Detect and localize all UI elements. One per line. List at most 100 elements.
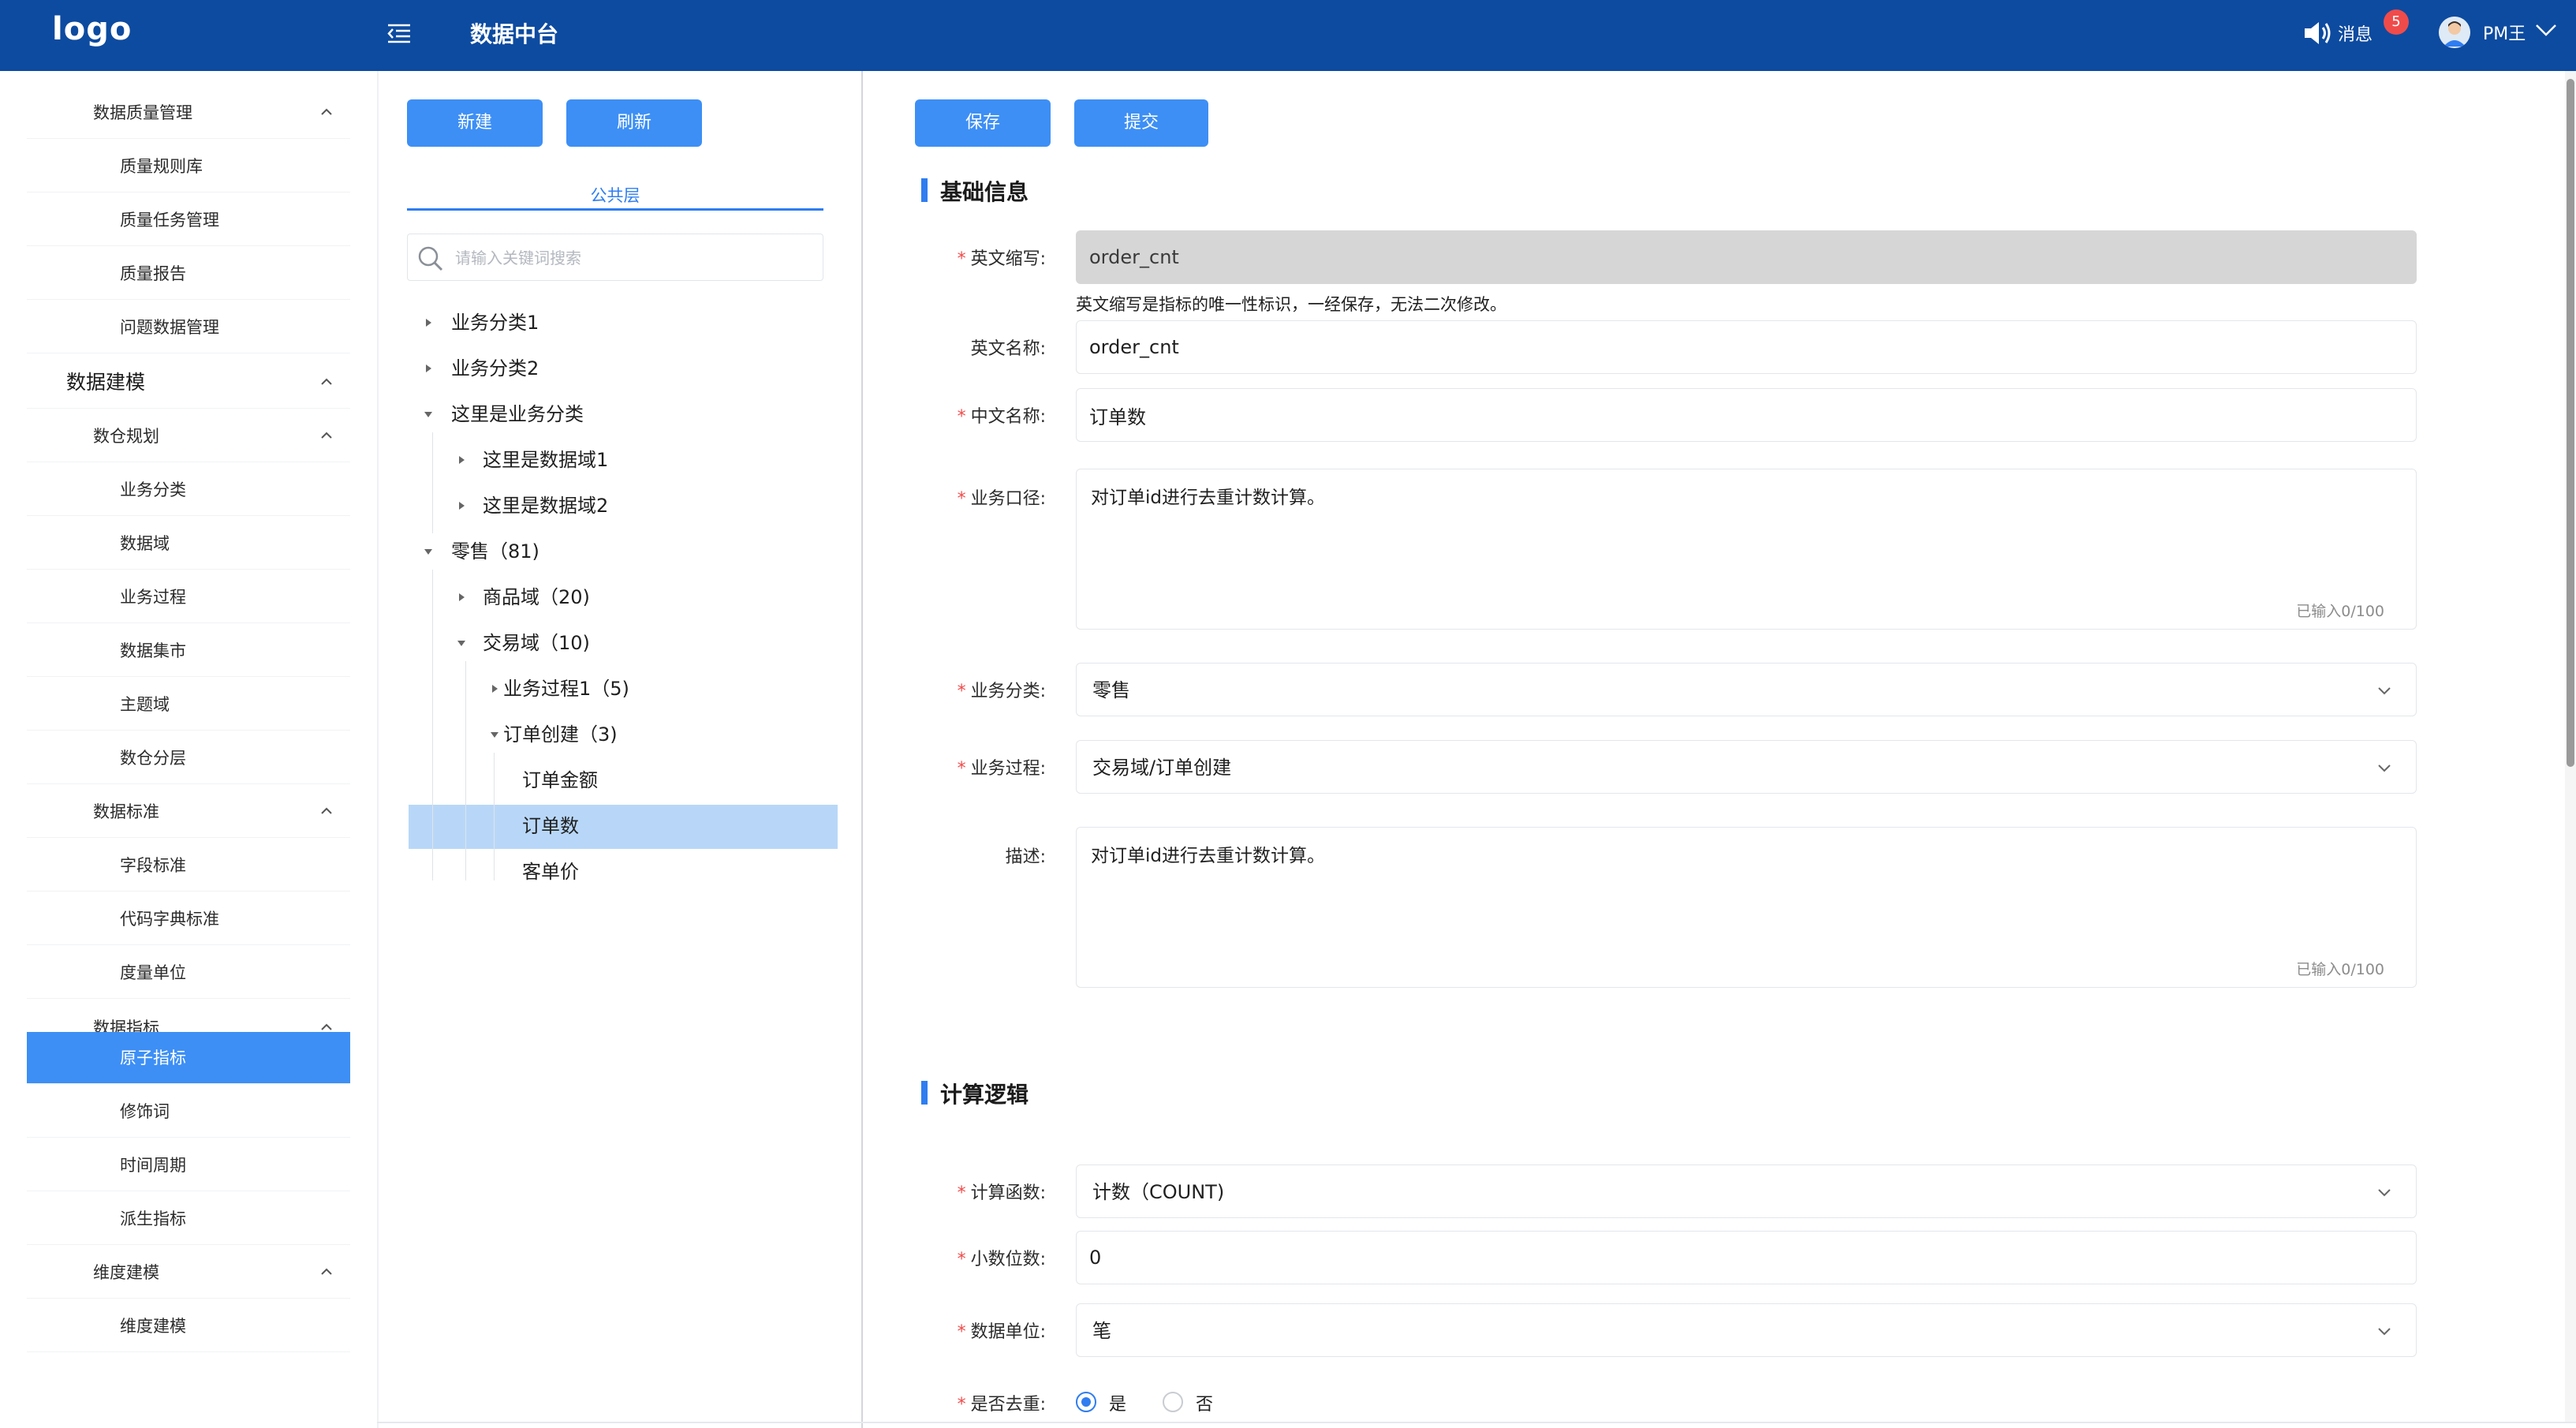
tree-node[interactable]: 客单价 — [522, 854, 579, 890]
sidebar-item-quality-tasks[interactable]: 质量任务管理 — [27, 194, 350, 246]
sidebar-item-label: 质量任务管理 — [120, 211, 219, 230]
tree-node[interactable]: 订单金额 — [522, 762, 598, 798]
tree-node-label: 零售（81) — [451, 540, 539, 563]
tree-guide-line — [432, 432, 433, 533]
sidebar-item-business-process[interactable]: 业务过程 — [27, 571, 350, 623]
sidebar-item-label: 主题域 — [120, 695, 170, 714]
tree-node-label: 客单价 — [522, 861, 579, 883]
section-marker — [921, 1081, 928, 1105]
tree-node[interactable]: 这里是业务分类 — [424, 396, 584, 432]
tree-node[interactable]: 业务分类2 — [426, 350, 539, 387]
caliber-label: * 业务口径: — [957, 489, 1046, 509]
sidebar-item-field-standards[interactable]: 字段标准 — [27, 839, 350, 892]
desc-textarea[interactable]: 对订单id进行去重计数计算。 已输入0/100 — [1076, 827, 2417, 988]
sidebar-item-label: 数据集市 — [120, 641, 186, 660]
tree-node-label: 商品域（20) — [483, 586, 590, 608]
tree-node-label: 订单创建（3) — [503, 723, 618, 746]
submit-button[interactable]: 提交 — [1074, 99, 1208, 147]
search-input[interactable] — [455, 242, 810, 274]
caret-right-icon — [459, 456, 465, 464]
sidebar-item-atomic-metrics[interactable]: 原子指标 — [27, 1032, 350, 1084]
process-select[interactable]: 交易域/订单创建 — [1076, 740, 2417, 794]
sidebar-item-subject-area[interactable]: 主题域 — [27, 678, 350, 731]
caret-right-icon — [459, 593, 465, 601]
decimal-input[interactable] — [1089, 1232, 2367, 1284]
refresh-button[interactable]: 刷新 — [566, 99, 702, 147]
chevron-up-icon — [321, 807, 332, 814]
tree-guide-line — [432, 570, 433, 880]
func-select[interactable]: 计数（COUNT) — [1076, 1164, 2417, 1218]
caret-down-icon — [424, 549, 432, 555]
dedup-yes-radio[interactable] — [1076, 1392, 1096, 1412]
sidebar-item-data-domain[interactable]: 数据域 — [27, 518, 350, 570]
sidebar-item-problem-data[interactable]: 问题数据管理 — [27, 301, 350, 353]
new-button[interactable]: 新建 — [407, 99, 543, 147]
tree-guide-line — [494, 753, 495, 880]
sidebar-item-data-quality[interactable]: 数据质量管理 — [27, 87, 350, 139]
search-icon — [418, 246, 443, 271]
sidebar-item-dimension-modeling-sub[interactable]: 维度建模 — [27, 1300, 350, 1352]
section-marker — [921, 178, 928, 202]
scrollbar-thumb[interactable] — [2567, 79, 2574, 767]
user-avatar-icon — [2439, 17, 2470, 48]
sidebar-item-label: 数据建模 — [66, 371, 146, 394]
tree-node[interactable]: 这里是数据域1 — [459, 442, 608, 478]
tree-node[interactable]: 这里是数据域2 — [459, 488, 608, 524]
decimal-field — [1076, 1231, 2417, 1284]
messages-label[interactable]: 消息 — [2338, 21, 2373, 46]
cn-name-label: * 中文名称: — [957, 407, 1046, 427]
en-name-input[interactable] — [1089, 321, 2367, 373]
sidebar-item-data-mart[interactable]: 数据集市 — [27, 625, 350, 677]
save-button[interactable]: 保存 — [915, 99, 1051, 147]
caret-right-icon — [492, 685, 498, 693]
category-select[interactable]: 零售 — [1076, 663, 2417, 716]
sidebar-item-derived-metrics[interactable]: 派生指标 — [27, 1193, 350, 1245]
user-name[interactable]: PM王 — [2483, 20, 2526, 45]
tree-node[interactable]: 业务过程1（5) — [492, 671, 629, 707]
sidebar-item-label: 数据标准 — [93, 802, 159, 821]
desc-label: 描述: — [1005, 847, 1046, 867]
section-title-calc: 计算逻辑 — [940, 1082, 1029, 1108]
sidebar-item-data-standards[interactable]: 数据标准 — [27, 786, 350, 838]
sidebar-item-label: 业务分类 — [120, 480, 186, 499]
unit-label: * 数据单位: — [957, 1322, 1046, 1342]
sidebar-item-dimension-modeling[interactable]: 维度建模 — [27, 1247, 350, 1299]
dedup-no-label[interactable]: 否 — [1196, 1390, 1213, 1415]
tree-selected-row — [409, 805, 838, 849]
sidebar-item-time-period[interactable]: 时间周期 — [27, 1139, 350, 1191]
chevron-down-icon[interactable] — [2533, 21, 2559, 39]
caliber-counter: 已输入0/100 — [2296, 603, 2384, 620]
caliber-textarea[interactable]: 对订单id进行去重计数计算。 已输入0/100 — [1076, 469, 2417, 630]
sidebar-item-code-dictionary[interactable]: 代码字典标准 — [27, 893, 350, 945]
cn-name-input[interactable] — [1089, 389, 2367, 441]
sidebar-item-label: 业务过程 — [120, 588, 186, 607]
sidebar-item-business-category[interactable]: 业务分类 — [27, 464, 350, 516]
tree-node[interactable]: 零售（81) — [424, 533, 539, 570]
tree-node[interactable]: 商品域（20) — [459, 579, 590, 615]
sidebar-item-measure-units[interactable]: 度量单位 — [27, 947, 350, 999]
sidebar-item-warehouse-planning[interactable]: 数仓规划 — [27, 410, 350, 462]
tree-guide-line — [465, 661, 466, 880]
avatar[interactable] — [2439, 17, 2470, 48]
unit-select[interactable]: 笔 — [1076, 1303, 2417, 1357]
logo[interactable]: logo — [52, 11, 132, 47]
tab-public-layer[interactable]: 公共层 — [407, 183, 823, 207]
tree-node-selected[interactable]: 订单数 — [522, 808, 579, 844]
sidebar-item-warehouse-layer[interactable]: 数仓分层 — [27, 732, 350, 784]
en-name-field — [1076, 320, 2417, 374]
speaker-icon[interactable] — [2302, 19, 2333, 47]
sidebar-item-quality-rules[interactable]: 质量规则库 — [27, 140, 350, 193]
dedup-yes-label[interactable]: 是 — [1109, 1390, 1126, 1415]
dedup-no-radio[interactable] — [1163, 1392, 1183, 1412]
tree-node[interactable]: 订单创建（3) — [491, 716, 618, 753]
tree-node-label: 交易域（10) — [483, 632, 590, 654]
sidebar-item-data-modeling[interactable]: 数据建模 — [27, 357, 350, 409]
en-abbr-field — [1076, 230, 2417, 284]
menu-collapse-icon[interactable] — [385, 19, 413, 47]
tree-node-label: 业务过程1（5) — [503, 678, 629, 700]
tree-node[interactable]: 业务分类1 — [426, 305, 539, 341]
messages-badge: 5 — [2384, 9, 2409, 35]
sidebar-item-quality-report[interactable]: 质量报告 — [27, 248, 350, 300]
sidebar-item-modifiers[interactable]: 修饰词 — [27, 1086, 350, 1138]
tree-node[interactable]: 交易域（10) — [457, 625, 590, 661]
